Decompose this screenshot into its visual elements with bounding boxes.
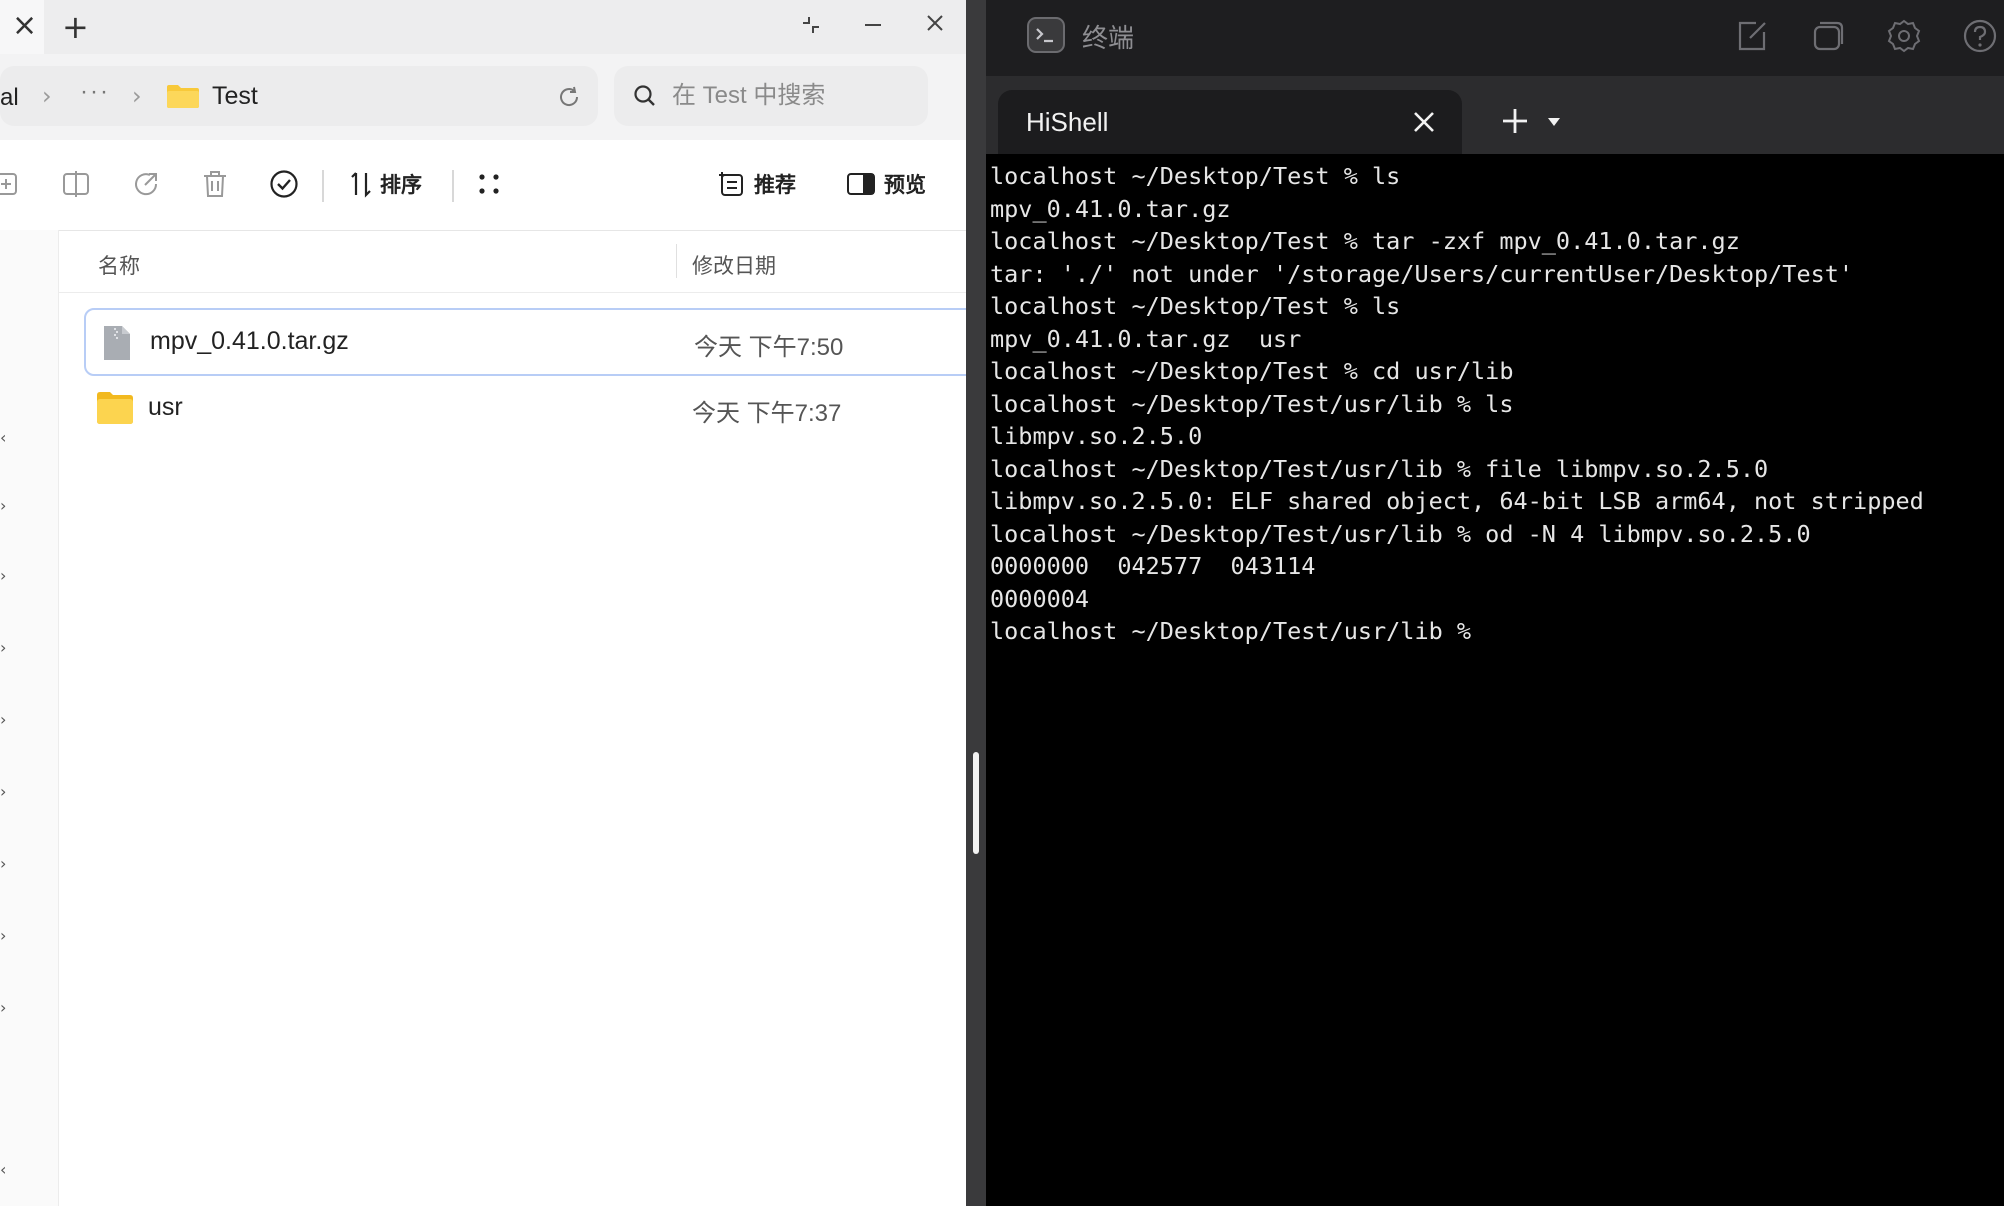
terminal-line: libmpv.so.2.5.0: [990, 422, 1203, 450]
terminal-line: tar: './' not under '/storage/Users/curr…: [990, 259, 1854, 288]
preview-label: 预览: [884, 174, 926, 197]
sort-label: 排序: [380, 174, 422, 197]
breadcrumb[interactable]: al › ··· › Test: [0, 66, 598, 126]
terminal-line: localhost ~/Desktop/Test/usr/lib % ls: [990, 389, 1514, 418]
sidebar-item-icon[interactable]: ›: [0, 638, 10, 657]
sidebar-item-icon[interactable]: ‹: [0, 428, 10, 447]
archive-file-icon: [104, 326, 130, 360]
column-header-modified[interactable]: 修改日期: [692, 250, 776, 280]
folder-icon: [167, 85, 199, 108]
breadcrumb-current[interactable]: Test: [212, 82, 258, 111]
file-name: mpv_0.41.0.tar.gz: [150, 327, 349, 355]
table-row[interactable]: mpv_0.41.0.tar.gz 今天 下午7:50: [84, 308, 966, 376]
sidebar-item-icon[interactable]: ›: [0, 782, 10, 801]
file-name: usr: [148, 393, 183, 421]
help-icon[interactable]: [1962, 18, 1998, 54]
terminal-app-icon: [1027, 17, 1065, 53]
terminal-line: 0000000 042577 043114: [990, 552, 1316, 580]
column-divider[interactable]: [676, 244, 677, 278]
sidebar-item-icon[interactable]: ›: [0, 566, 10, 585]
breadcrumb-root[interactable]: al: [0, 84, 19, 112]
search-input[interactable]: [672, 78, 912, 114]
gear-icon[interactable]: [1886, 18, 1922, 54]
restore-window-icon[interactable]: [800, 14, 822, 36]
list-header: 名称 修改日期: [58, 230, 966, 293]
toolbar-separator: [322, 170, 324, 202]
view-mode-icon[interactable]: [473, 168, 505, 200]
sidebar: ‹ › › › › › › › › ‹: [0, 230, 59, 1206]
sort-icon: [351, 172, 371, 198]
terminal-line: mpv_0.41.0.tar.gz: [990, 194, 1231, 223]
terminal-tabstrip: HiShell: [986, 76, 2004, 154]
delete-icon[interactable]: [199, 168, 231, 200]
close-tab-icon[interactable]: [1410, 108, 1438, 136]
split-divider: [966, 0, 986, 1206]
terminal-line: localhost ~/Desktop/Test % tar -zxf mpv_…: [990, 227, 1740, 255]
terminal-tab-label: HiShell: [1026, 107, 1109, 137]
terminal-window: 终端 HiShell localhost ~/Desktop/Test % ls…: [986, 0, 2004, 1206]
search-icon: [634, 85, 655, 106]
new-folder-icon[interactable]: [0, 168, 24, 200]
table-row[interactable]: usr 今天 下午7:37: [84, 376, 966, 440]
terminal-app-title: 终端: [1082, 23, 1135, 53]
recommend-button[interactable]: 推荐: [718, 162, 796, 206]
terminal-line: localhost ~/Desktop/Test/usr/lib %: [990, 617, 1486, 645]
sidebar-item-icon[interactable]: ›: [0, 854, 10, 873]
folder-icon: [97, 392, 133, 424]
new-tab-icon[interactable]: [1500, 106, 1530, 136]
edit-icon[interactable]: [1734, 18, 1770, 54]
file-toolbar: 排序 推荐 预览: [0, 140, 966, 231]
terminal-tab[interactable]: HiShell: [998, 90, 1462, 154]
preview-button[interactable]: 预览: [846, 162, 926, 206]
toolbar-separator: [452, 170, 454, 202]
minimize-window-icon[interactable]: [862, 14, 884, 36]
close-window-icon[interactable]: [924, 12, 946, 34]
sidebar-item-icon[interactable]: ‹: [0, 1160, 10, 1179]
breadcrumb-more[interactable]: ···: [80, 78, 110, 106]
select-check-icon[interactable]: [268, 168, 300, 200]
terminal-line: localhost ~/Desktop/Test/usr/lib % file …: [990, 454, 1769, 483]
sidebar-item-icon[interactable]: ›: [0, 496, 10, 515]
terminal-line: localhost ~/Desktop/Test % ls: [990, 292, 1401, 320]
terminal-line: localhost ~/Desktop/Test % cd usr/lib: [990, 357, 1514, 385]
file-date: 今天 下午7:50: [694, 334, 844, 361]
split-drag-handle[interactable]: [973, 752, 979, 854]
terminal-line: mpv_0.41.0.tar.gz usr: [990, 324, 1302, 353]
file-manager-window: × + al › ··· › Test 在 Test 中搜索 排序 推荐 预览 …: [0, 0, 966, 1206]
share-icon[interactable]: [130, 168, 162, 200]
chevron-right-icon: ›: [42, 82, 52, 110]
recommend-icon: [719, 172, 743, 196]
terminal-titlebar: 终端: [986, 0, 2004, 76]
file-manager-tabbar: × +: [0, 0, 966, 54]
terminal-output[interactable]: localhost ~/Desktop/Test % ls mpv_0.41.0.…: [990, 160, 2000, 1200]
new-window-icon[interactable]: [1810, 18, 1846, 54]
search-box[interactable]: [614, 66, 928, 126]
preview-icon: [847, 173, 875, 195]
column-header-name[interactable]: 名称: [98, 250, 140, 280]
recommend-label: 推荐: [754, 174, 796, 197]
terminal-line: 0000004: [990, 584, 1090, 613]
sidebar-item-icon[interactable]: ›: [0, 926, 10, 945]
split-view-icon[interactable]: [60, 168, 92, 200]
terminal-line: libmpv.so.2.5.0: ELF shared object, 64-b…: [990, 487, 1924, 515]
sidebar-item-icon[interactable]: ›: [0, 710, 10, 729]
file-manager-tab[interactable]: ×: [0, 0, 44, 54]
close-tab-icon[interactable]: ×: [12, 8, 37, 43]
sort-button[interactable]: 排序: [350, 162, 422, 206]
terminal-line: localhost ~/Desktop/Test/usr/lib % od -N…: [990, 519, 1811, 548]
new-tab-icon[interactable]: +: [62, 8, 89, 46]
chevron-right-icon: ›: [132, 82, 142, 110]
sidebar-item-icon[interactable]: ›: [0, 998, 10, 1017]
refresh-icon[interactable]: [556, 84, 582, 110]
file-date: 今天 下午7:37: [692, 400, 842, 427]
terminal-line: localhost ~/Desktop/Test % ls: [990, 162, 1401, 190]
chevron-down-icon[interactable]: [1548, 118, 1560, 126]
